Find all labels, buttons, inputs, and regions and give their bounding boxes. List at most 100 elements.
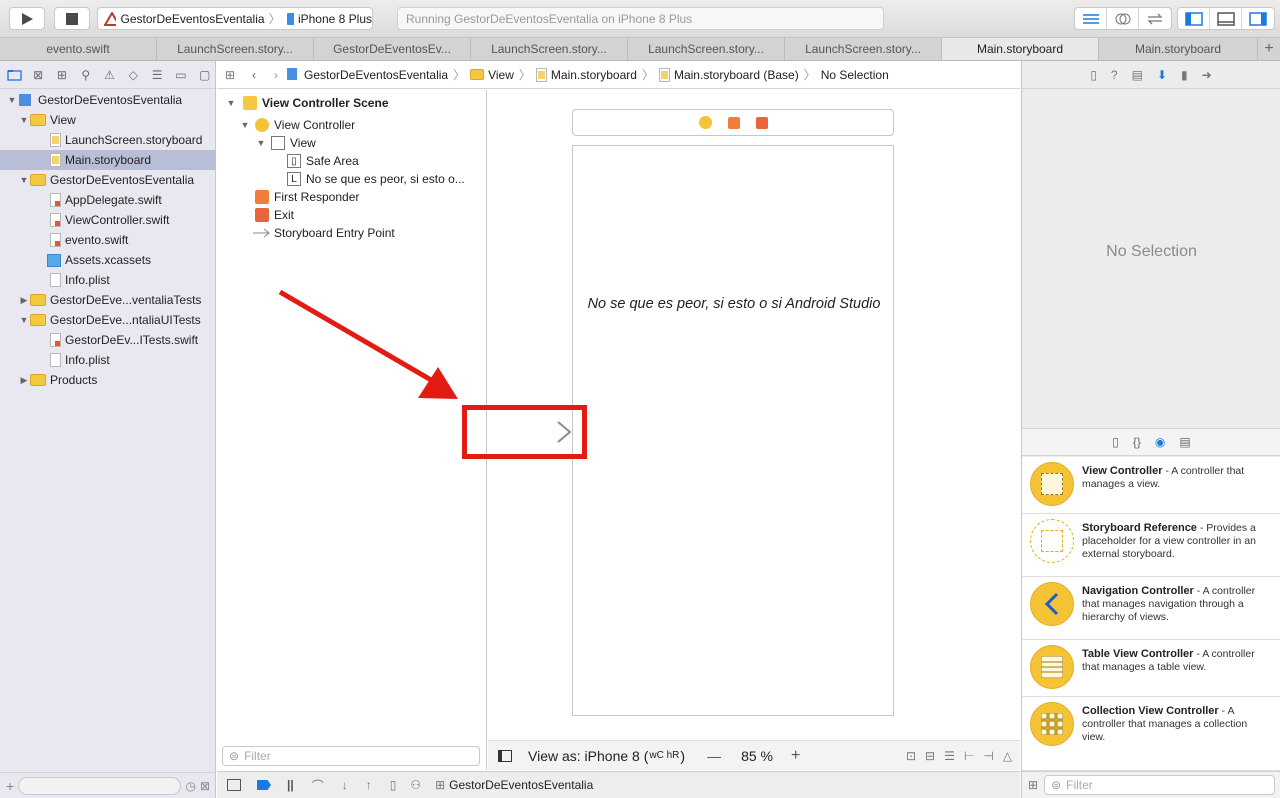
stop-button[interactable] — [54, 7, 90, 30]
outline-view-controller[interactable]: ▼ View Controller — [239, 116, 355, 134]
list-item-selected[interactable]: Main.storyboard — [0, 150, 216, 170]
disclosure-open-icon[interactable]: ▼ — [225, 98, 237, 108]
outline-toggle-icon[interactable] — [498, 749, 512, 762]
view-as-label[interactable]: View as: iPhone 8 ( — [528, 748, 648, 764]
outline-filter-input[interactable]: ⊜ Filter — [222, 746, 480, 766]
test-icon[interactable]: ◇ — [123, 65, 144, 85]
code-snippet-icon[interactable]: {} — [1133, 435, 1141, 449]
view-controller-scene[interactable]: No se que es peor, si esto o si Android … — [572, 145, 894, 716]
library-filter-input[interactable]: ⊜ Filter — [1044, 775, 1275, 795]
connections-icon[interactable]: ➜ — [1202, 68, 1212, 82]
library-item-view-controller[interactable]: View Controller - A controller that mana… — [1022, 457, 1280, 514]
first-responder-icon[interactable] — [727, 116, 740, 129]
view-debugger-icon[interactable]: ▯ — [390, 778, 397, 792]
breakpoint-icon[interactable]: ▭ — [170, 65, 191, 85]
breadcrumb-selection[interactable]: No Selection — [821, 68, 889, 82]
outline-first-responder[interactable]: First Responder — [255, 188, 359, 206]
file-template-icon[interactable]: ▯ — [1112, 435, 1119, 449]
outline-entry-point[interactable]: Storyboard Entry Point — [253, 224, 395, 242]
tab-evento-swift[interactable]: evento.swift — [0, 38, 157, 60]
version-editor-button[interactable] — [1139, 8, 1171, 29]
list-item[interactable]: ▶ Products — [0, 370, 216, 390]
tab-launchscreen-3[interactable]: LaunchScreen.story... — [628, 38, 785, 60]
source-control-icon[interactable]: ⊠ — [28, 65, 49, 85]
list-item[interactable]: Assets.xcassets — [0, 250, 216, 270]
add-tab-button[interactable]: + — [1258, 38, 1280, 60]
list-item[interactable]: ▼ GestorDeEventosEventalia — [0, 170, 216, 190]
object-library-icon[interactable]: ◉ — [1155, 435, 1165, 449]
list-item[interactable]: LaunchScreen.storyboard — [0, 130, 216, 150]
list-item[interactable]: ▶ GestorDeEve...ventaliaTests — [0, 290, 216, 310]
toggle-debug-area-button[interactable] — [1210, 8, 1242, 29]
add-icon[interactable]: + — [6, 778, 14, 794]
help-icon[interactable]: ? — [1111, 68, 1118, 82]
disclosure-open-icon[interactable]: ▼ — [18, 175, 30, 185]
navigator-filter-input[interactable] — [18, 776, 182, 795]
report-icon[interactable]: ▢ — [194, 65, 215, 85]
size-icon[interactable]: ▮ — [1181, 68, 1188, 82]
list-item[interactable]: Info.plist — [0, 350, 216, 370]
step-in-icon[interactable]: ↓ — [342, 778, 348, 792]
outline-label[interactable]: L No se que es peor, si esto o... — [287, 170, 465, 188]
disclosure-closed-icon[interactable]: ▶ — [18, 375, 30, 386]
grid-view-icon[interactable]: ⊞ — [1028, 778, 1038, 792]
warning-icon[interactable]: ⚠ — [99, 65, 120, 85]
disclosure-closed-icon[interactable]: ▶ — [18, 295, 30, 306]
update-frames-icon[interactable]: ⊡ — [906, 749, 916, 763]
stack-icon[interactable]: ☰ — [944, 749, 955, 763]
tab-gestor[interactable]: GestorDeEventosEv... — [314, 38, 471, 60]
zoom-out-button[interactable]: — — [707, 748, 721, 764]
folder-icon[interactable] — [4, 65, 25, 85]
back-icon[interactable]: ‹ — [243, 68, 265, 82]
outline-scene[interactable]: ▼ View Controller Scene — [225, 94, 389, 112]
list-item[interactable]: ▼ View — [0, 110, 216, 130]
tab-launchscreen-2[interactable]: LaunchScreen.story... — [471, 38, 628, 60]
hide-debug-icon[interactable] — [227, 779, 241, 791]
scene-dock[interactable] — [572, 109, 894, 136]
library-item-collection-view-controller[interactable]: Collection View Controller - A controlle… — [1022, 697, 1280, 771]
source-control-filter-icon[interactable]: ⊠ — [200, 779, 210, 793]
scheme-selector[interactable]: GestorDeEventosEventalia 〉 iPhone 8 Plus — [97, 7, 373, 30]
view-controller-icon[interactable] — [698, 116, 712, 129]
outline-exit[interactable]: Exit — [255, 206, 294, 224]
file-inspector-icon[interactable]: ▯ — [1090, 68, 1097, 82]
step-out-icon[interactable]: ↑ — [366, 778, 372, 792]
identity-icon[interactable]: ▤ — [1132, 68, 1143, 82]
attributes-icon[interactable]: ⬇ — [1157, 68, 1167, 82]
run-button[interactable] — [9, 7, 45, 30]
debug-target-label[interactable]: GestorDeEventosEventalia — [449, 778, 593, 792]
forward-icon[interactable]: › — [265, 68, 287, 82]
tab-main-storyboard[interactable]: Main.storyboard — [1099, 38, 1258, 60]
list-item[interactable]: ViewController.swift — [0, 210, 216, 230]
recent-files-icon[interactable]: ◷ — [185, 779, 195, 793]
list-item[interactable]: evento.swift — [0, 230, 216, 250]
pin-icon[interactable]: ⊣ — [983, 749, 993, 763]
tab-main-storyboard-active[interactable]: Main.storyboard — [942, 38, 1099, 60]
disclosure-open-icon[interactable]: ▼ — [255, 138, 267, 148]
breadcrumb-file[interactable]: Main.storyboard — [551, 68, 637, 82]
scene-label[interactable]: No se que es peor, si esto o si Android … — [573, 296, 895, 312]
disclosure-open-icon[interactable]: ▼ — [18, 315, 30, 325]
exit-icon[interactable] — [755, 116, 768, 129]
search-icon[interactable]: ⚲ — [75, 65, 96, 85]
zoom-in-button[interactable]: + — [791, 747, 800, 765]
related-items-icon[interactable]: ⊞ — [217, 68, 243, 82]
library-item-storyboard-reference[interactable]: Storyboard Reference - Provides a placeh… — [1022, 514, 1280, 577]
assistant-editor-button[interactable] — [1107, 8, 1139, 29]
debug-icon[interactable]: ☰ — [147, 65, 168, 85]
tab-launchscreen-1[interactable]: LaunchScreen.story... — [157, 38, 314, 60]
resolve-icon[interactable]: △ — [1003, 749, 1012, 763]
disclosure-open-icon[interactable]: ▼ — [6, 95, 18, 105]
list-item[interactable]: ▼ GestorDeEve...ntaliaUITests — [0, 310, 216, 330]
align-icon[interactable]: ⊢ — [964, 749, 974, 763]
disclosure-open-icon[interactable]: ▼ — [18, 115, 30, 125]
breakpoints-icon[interactable] — [257, 780, 271, 790]
list-item[interactable]: AppDelegate.swift — [0, 190, 216, 210]
tab-launchscreen-4[interactable]: LaunchScreen.story... — [785, 38, 942, 60]
disclosure-open-icon[interactable]: ▼ — [239, 120, 251, 130]
outline-safe-area[interactable]: ▯ Safe Area — [287, 152, 359, 170]
list-item[interactable]: ▼ GestorDeEventosEventalia — [0, 90, 216, 110]
toggle-inspector-button[interactable] — [1242, 8, 1274, 29]
step-over-icon[interactable]: ⌒ — [312, 777, 324, 794]
breadcrumb-project[interactable]: GestorDeEventosEventalia — [304, 68, 448, 82]
